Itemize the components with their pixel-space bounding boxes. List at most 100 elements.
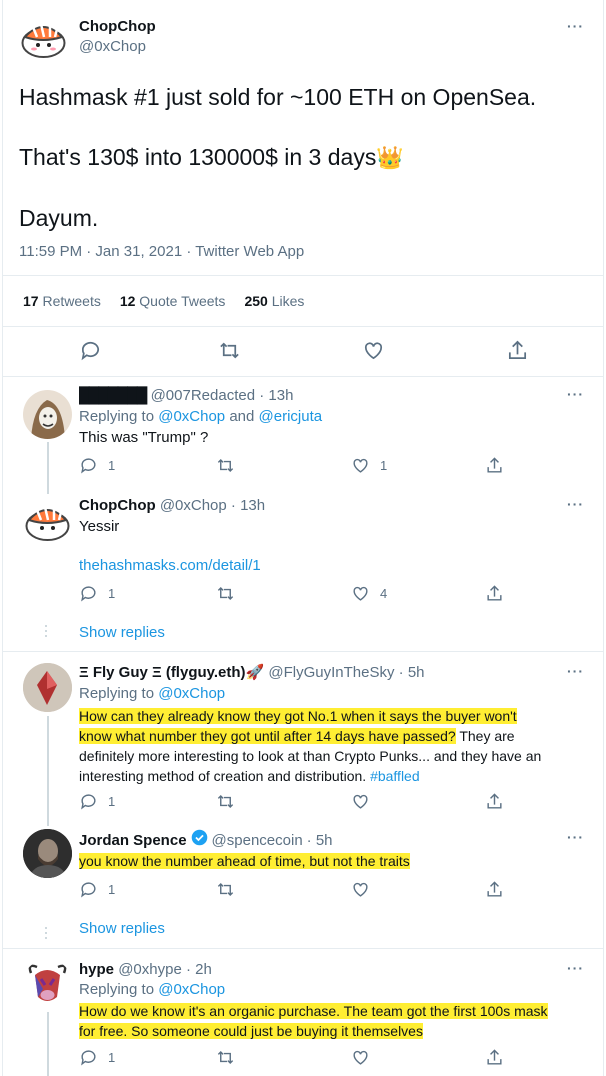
crown-emoji-icon: 👑 (376, 145, 404, 170)
verified-badge-icon (191, 829, 208, 852)
avatar[interactable] (23, 663, 72, 712)
avatar[interactable] (19, 13, 68, 62)
reply-text-line: How do we know it's an organic purchase.… (79, 1001, 548, 1021)
like-action[interactable]: 4 (351, 584, 387, 603)
rocket-emoji-icon: 🚀 (245, 664, 265, 681)
tweet-text-span: That's 130$ into 130000$ in 3 days (19, 144, 377, 170)
author-name[interactable]: hype (79, 961, 114, 978)
reply-text: How can they already know they got No.1 … (79, 706, 541, 786)
retweet-icon (217, 458, 234, 473)
tweet-thread: ChopChop @0xChop ··· Hashmask #1 just so… (2, 0, 604, 1076)
retweet-action[interactable] (216, 880, 235, 899)
share-icon (487, 881, 502, 897)
likes-stat[interactable]: 250 Likes (244, 293, 304, 309)
more-options-icon[interactable]: ··· (567, 496, 584, 512)
share-icon (487, 793, 502, 809)
retweet-action[interactable] (216, 584, 235, 603)
reply-action[interactable]: 1 (79, 880, 115, 899)
avatar[interactable] (23, 959, 72, 1008)
reply-icon (81, 586, 96, 602)
reply-count: 1 (108, 794, 116, 809)
replying-to: Replying to @0xChop and @ericjuta (79, 407, 322, 427)
reply-icon[interactable] (79, 339, 102, 367)
author-name[interactable]: Ξ Fly Guy Ξ (flyguy.eth) (79, 664, 246, 681)
share-icon[interactable] (506, 339, 529, 367)
share-action[interactable] (485, 1048, 504, 1067)
reply-icon (81, 458, 96, 474)
reply-action[interactable]: 1 (79, 456, 115, 475)
thread-dots (44, 625, 48, 640)
reply-time[interactable]: · 2h (186, 961, 212, 978)
reply-time[interactable]: · 13h (259, 387, 293, 404)
avatar[interactable] (23, 496, 72, 545)
reply-action[interactable]: 1 (79, 1048, 115, 1067)
like-action[interactable] (351, 792, 370, 811)
show-replies-link[interactable]: Show replies (79, 919, 165, 939)
reply-action[interactable]: 1 (79, 792, 115, 811)
reply-time[interactable]: · 13h (231, 497, 265, 514)
more-options-icon[interactable]: ··· (567, 18, 584, 34)
engagement-stats: 17 Retweets 12 Quote Tweets 250 Likes (23, 293, 304, 309)
share-action[interactable] (485, 792, 504, 811)
retweet-action[interactable] (216, 1048, 235, 1067)
external-link[interactable]: thehashmasks.com/detail/1 (79, 556, 261, 576)
share-action[interactable] (485, 880, 504, 899)
reply-time[interactable]: · 5h (307, 831, 333, 851)
like-icon[interactable] (362, 339, 385, 367)
reply-text: you know the number ahead of time, but n… (79, 851, 410, 871)
highlighted-text: How can they already know they got No.1 … (79, 708, 517, 724)
tweet-timestamp[interactable]: 11:59 PM · Jan 31, 2021 · Twitter Web Ap… (19, 243, 304, 260)
author-handle[interactable]: @0xChop (79, 38, 146, 55)
retweet-action[interactable] (216, 456, 235, 475)
reply-text-line: for free. So someone could just be buyin… (79, 1021, 548, 1041)
reply-time[interactable]: · 5h (399, 664, 425, 681)
author-name[interactable]: ███████ (79, 387, 147, 404)
divider (3, 275, 603, 276)
author-handle[interactable]: @007Redacted (151, 387, 255, 404)
avatar[interactable] (23, 390, 72, 439)
like-icon (353, 458, 368, 473)
reply-count: 1 (108, 458, 116, 473)
author-name[interactable]: ChopChop (79, 497, 156, 514)
mention-link[interactable]: @0xChop (158, 981, 225, 998)
thread-line (47, 442, 49, 494)
likes-label: Likes (271, 293, 305, 309)
replying-to: Replying to @0xChop (79, 684, 225, 704)
like-icon (353, 794, 368, 809)
retweet-action[interactable] (216, 792, 235, 811)
like-icon (353, 882, 368, 897)
author-name[interactable]: Jordan Spence (79, 831, 187, 851)
retweets-stat[interactable]: 17 Retweets (23, 293, 101, 309)
like-action[interactable]: 1 (351, 456, 387, 475)
more-options-icon[interactable]: ··· (567, 386, 584, 402)
reply-header: ChopChop @0xChop · 13h (79, 496, 265, 516)
share-action[interactable] (485, 456, 504, 475)
mention-link[interactable]: @ericjuta (259, 408, 323, 425)
like-action[interactable] (351, 880, 370, 899)
author-handle[interactable]: @spencecoin (212, 831, 303, 851)
replying-to: Replying to @0xChop (79, 980, 225, 1000)
reply-action[interactable]: 1 (79, 584, 115, 603)
like-action[interactable] (351, 1048, 370, 1067)
more-options-icon[interactable]: ··· (567, 829, 584, 845)
divider (3, 326, 603, 327)
more-options-icon[interactable]: ··· (567, 663, 584, 679)
quotes-stat[interactable]: 12 Quote Tweets (120, 293, 226, 309)
share-action[interactable] (485, 584, 504, 603)
retweet-icon[interactable] (218, 339, 241, 367)
author-name[interactable]: ChopChop (79, 18, 156, 35)
author-handle[interactable]: @0xChop (160, 497, 227, 514)
reply-text-line: definitely more interesting to look at t… (79, 748, 542, 764)
highlighted-text: know what number they got until after 14… (79, 728, 456, 744)
show-replies-link[interactable]: Show replies (79, 623, 165, 643)
author-handle[interactable]: @FlyGuyInTheSky (268, 664, 394, 681)
mention-link[interactable]: @0xChop (158, 408, 225, 425)
more-options-icon[interactable]: ··· (567, 960, 584, 976)
reply-text: How do we know it's an organic purchase.… (79, 1001, 548, 1041)
author-handle[interactable]: @0xhype (118, 961, 182, 978)
hashtag-link[interactable]: #baffled (370, 768, 420, 784)
avatar[interactable] (23, 829, 72, 878)
reply-text-line: How can they already know they got No.1 … (79, 706, 541, 726)
mention-link[interactable]: @0xChop (158, 685, 225, 702)
reply-icon (81, 882, 96, 898)
